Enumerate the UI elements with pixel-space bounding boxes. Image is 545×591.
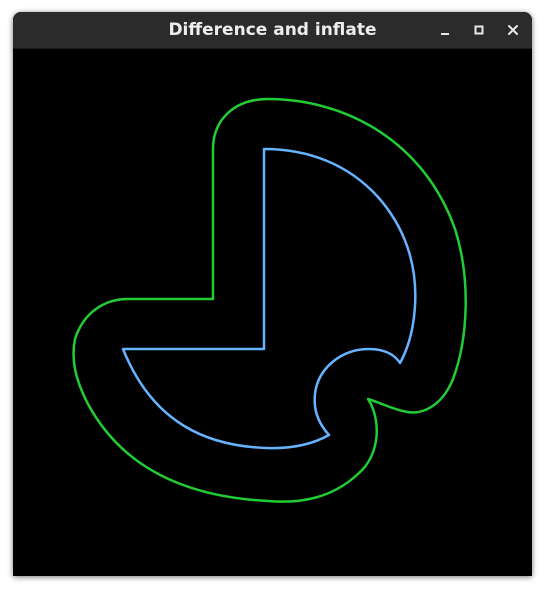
close-icon [508,25,518,35]
drawing-canvas [13,49,532,576]
minimize-button[interactable] [433,18,457,42]
inflated-outline [72,97,467,503]
maximize-icon [474,25,484,35]
close-button[interactable] [501,18,525,42]
maximize-button[interactable] [467,18,491,42]
title-bar[interactable]: Difference and inflate [13,12,532,49]
minimize-icon [441,33,449,35]
app-window: Difference and inflate [13,12,532,576]
drawing-surface [72,97,467,503]
